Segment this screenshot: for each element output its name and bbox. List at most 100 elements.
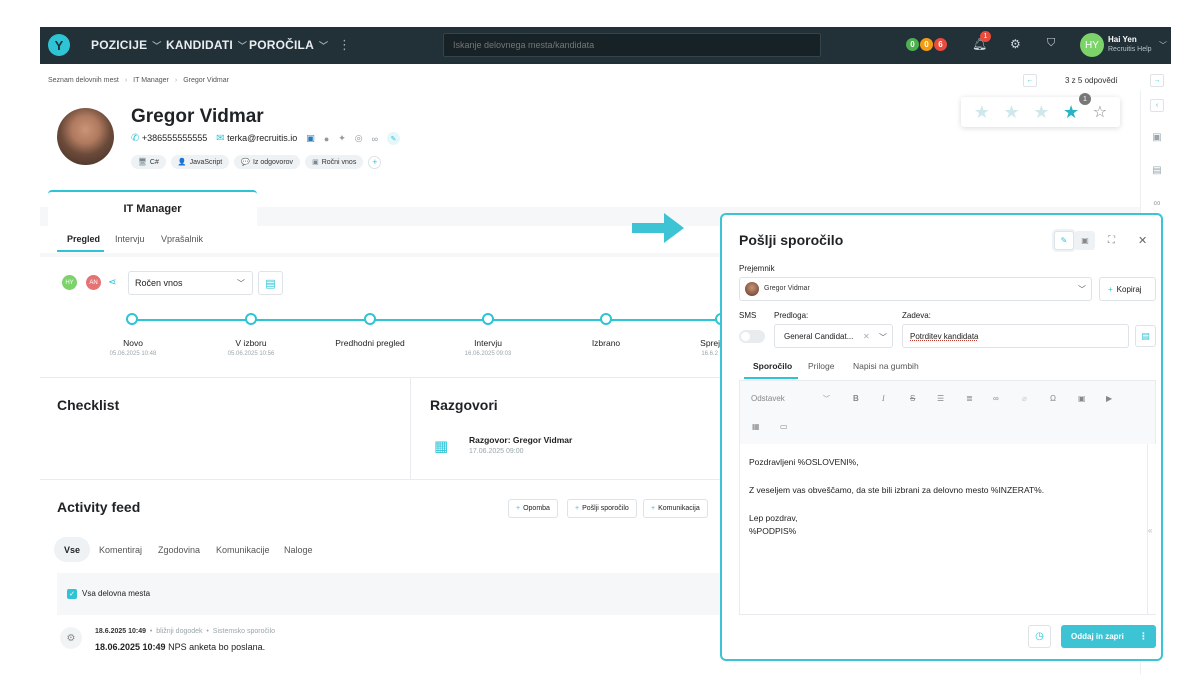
facebook-icon[interactable]: ● [324, 134, 329, 144]
star-icon[interactable]: ★ [974, 102, 990, 123]
assignee-avatar[interactable]: AN [86, 275, 101, 290]
comment-icon[interactable]: ▤ [1135, 325, 1156, 347]
more-menu-icon[interactable]: ⋮ [338, 37, 351, 53]
tag-item[interactable]: 🖥 C# [131, 155, 166, 169]
tab-communications[interactable]: Komunikacije [216, 545, 270, 555]
checkbox[interactable]: ✓ [67, 589, 77, 599]
shield-icon[interactable]: ⛉ [1047, 37, 1055, 50]
collapse-sidebar-button[interactable]: ‹ [1150, 99, 1164, 112]
tab-comment[interactable]: Komentiraj [99, 545, 142, 555]
link-icon[interactable]: ∞ [993, 394, 999, 403]
tab-all[interactable]: Vse [54, 537, 90, 562]
send-message-button[interactable]: + Pošlji sporočilo [567, 499, 637, 518]
phone-icon: ✆ [131, 133, 140, 144]
close-icon[interactable]: ✕ [1138, 234, 1147, 247]
gear-icon[interactable]: ⚙ [1010, 37, 1021, 51]
tag-item[interactable]: 💬 Iz odgovorov [234, 155, 301, 169]
expand-icon[interactable]: ⛶ [1108, 235, 1115, 246]
comment-icon[interactable]: ▤ [1150, 165, 1164, 179]
star-icon[interactable]: ★ [1004, 102, 1020, 123]
pipeline-node[interactable] [126, 313, 138, 325]
video-icon[interactable]: ▶ [1106, 394, 1112, 403]
nav-item-porocila[interactable]: POROČILA ﹀ [249, 38, 328, 52]
star-icon[interactable]: ★ [1063, 102, 1079, 123]
nav-item-pozicije[interactable]: POZICIJE ﹀ [91, 38, 161, 52]
sms-toggle[interactable] [739, 330, 765, 343]
unlink-icon[interactable]: ⌀ [1022, 394, 1027, 403]
add-note-button[interactable]: + Opomba [508, 499, 558, 518]
message-editor[interactable]: Pozdravljeni %OSLOVENI%, Z veseljem vas … [739, 444, 1156, 615]
breadcrumb-item[interactable]: IT Manager [133, 77, 169, 84]
add-tag-button[interactable]: + [368, 155, 382, 169]
tab-vprasalnik[interactable]: Vprašalnik [161, 234, 203, 244]
document-icon[interactable]: ▤ [258, 271, 283, 295]
chevron-down-icon[interactable]: ﹀ [823, 394, 830, 404]
tab-history[interactable]: Zgodovina [158, 545, 200, 555]
tab-intervju[interactable]: Intervju [115, 234, 145, 244]
linkedin-icon[interactable]: ▣ [306, 133, 315, 144]
tab-attachments[interactable]: Priloge [808, 361, 834, 371]
tab-message[interactable]: Sporočilo [753, 361, 792, 371]
avatar[interactable]: HY [1080, 33, 1104, 57]
skype-icon[interactable]: ◎ [355, 133, 363, 144]
tab-tasks[interactable]: Naloge [284, 545, 313, 555]
pipeline-node[interactable] [245, 313, 257, 325]
search-input[interactable] [443, 33, 821, 57]
clock-icon[interactable]: ◷ [1028, 625, 1051, 648]
job-card[interactable]: IT Manager [48, 190, 257, 226]
strikethrough-icon[interactable]: S [910, 394, 915, 403]
tab-pregled[interactable]: Pregled [67, 234, 100, 244]
pencil-icon[interactable]: ✎ [1054, 231, 1074, 250]
bookmark-icon[interactable]: ▣ [1150, 132, 1164, 146]
pipeline-node[interactable] [482, 313, 494, 325]
bold-icon[interactable]: B [853, 394, 859, 403]
variable-icon[interactable]: ▦ [752, 422, 760, 431]
edit-contact-button[interactable]: ✎ [387, 132, 401, 145]
tag-item[interactable]: 👤 JavaScript [170, 155, 230, 169]
phone-contact[interactable]: ✆ +386555555555 [131, 133, 207, 144]
comment-icon[interactable]: ▭ [780, 422, 788, 431]
link-icon[interactable]: ∞ [372, 134, 378, 144]
nav-item-kandidati[interactable]: KANDIDATI ﹀ [166, 38, 247, 52]
send-and-close-button[interactable]: Oddaj in zapri ⋮ [1061, 625, 1156, 648]
add-communication-button[interactable]: + Komunikacija [643, 499, 708, 518]
pipeline-node[interactable] [364, 313, 376, 325]
email-contact[interactable]: ✉ terka@recruitis.io [216, 133, 297, 144]
assignee-avatar[interactable]: HY [62, 275, 77, 290]
star-outline-icon[interactable]: ☆ [1093, 102, 1107, 122]
numbered-list-icon[interactable]: ≣ [966, 394, 973, 403]
recipient-select[interactable]: Gregor Vidmar ﹀ [739, 277, 1092, 301]
user-name[interactable]: Hai Yen [1108, 35, 1137, 44]
chevron-down-icon[interactable]: ﹀ [1159, 40, 1167, 51]
twitter-icon[interactable]: ✦ [338, 133, 346, 144]
status-count-green[interactable]: 0 [905, 37, 920, 52]
share-icon[interactable]: ⋖ [108, 277, 116, 288]
bullet-list-icon[interactable]: ☰ [937, 394, 944, 403]
star-icon[interactable]: ★ [1033, 102, 1049, 123]
checkbox-label[interactable]: Vsa delovna mesta [82, 589, 150, 598]
italic-icon[interactable]: I [882, 394, 885, 403]
copy-button[interactable]: + Kopiraj [1099, 277, 1156, 301]
status-count-red[interactable]: 6 [933, 37, 948, 52]
status-count-orange[interactable]: 0 [919, 37, 934, 52]
image-icon[interactable]: ▣ [1078, 394, 1086, 403]
subject-input[interactable]: Potrditev kandidata [902, 324, 1129, 348]
previous-candidate-button[interactable]: ← [1023, 74, 1037, 87]
next-candidate-button[interactable]: → [1150, 74, 1164, 87]
app-logo[interactable]: Y [48, 34, 70, 56]
omega-icon[interactable]: Ω [1050, 394, 1056, 403]
link-icon[interactable]: ∞ [1150, 198, 1164, 212]
paragraph-select[interactable]: Odstavek [751, 394, 785, 403]
more-options-icon[interactable]: ⋮ [1139, 631, 1148, 642]
chevron-double-left-icon[interactable]: « [1148, 526, 1152, 535]
breadcrumb-item[interactable]: Seznam delovnih mest [48, 77, 119, 84]
source-select[interactable]: Ročen vnos ﹀ [128, 271, 253, 295]
conversation-title[interactable]: Razgovor: Gregor Vidmar [469, 435, 572, 445]
tab-button-labels[interactable]: Napisi na gumbih [853, 361, 919, 371]
image-icon[interactable]: ▣ [1075, 231, 1095, 250]
template-select[interactable]: General Candidat... ✕ ﹀ [774, 324, 893, 348]
tag-item[interactable]: ▣ Ročni vnos [305, 155, 364, 169]
activity-date: 18.06.2025 10:49 [95, 642, 166, 652]
pipeline-node[interactable] [600, 313, 612, 325]
clear-icon[interactable]: ✕ [863, 332, 870, 341]
